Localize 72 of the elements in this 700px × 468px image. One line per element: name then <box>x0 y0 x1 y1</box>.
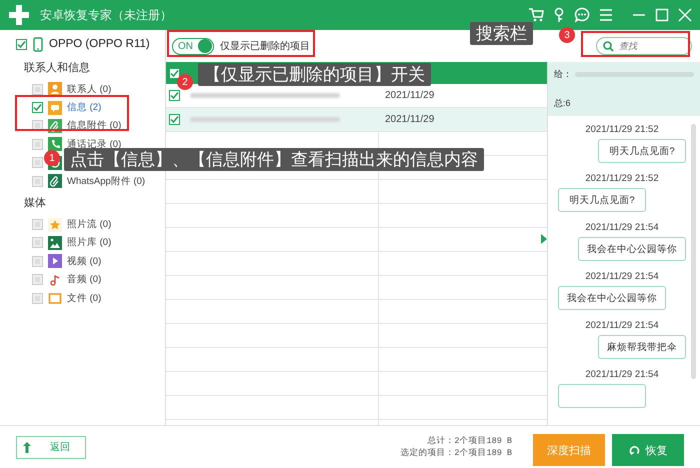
checkbox[interactable] <box>32 157 43 168</box>
table-cell: 2021/11/29 <box>385 114 434 125</box>
callout-tooltip: 搜索栏 <box>470 22 533 45</box>
refresh-icon <box>628 444 640 456</box>
paperclip-icon <box>48 174 62 188</box>
group-title: 联系人和信息 <box>24 61 91 75</box>
category-item[interactable]: 照片流 (0) <box>67 218 112 232</box>
cart-icon[interactable] <box>528 7 544 23</box>
folder-icon <box>48 291 62 306</box>
checkbox[interactable] <box>32 237 43 248</box>
category-item[interactable]: 照片库 (0) <box>67 236 112 250</box>
category-item[interactable]: 信息 (2) <box>67 101 102 114</box>
checkbox[interactable] <box>169 114 180 125</box>
search-field[interactable]: 查找 <box>596 37 692 55</box>
message-time: 2021/11/29 21:52 <box>585 124 659 135</box>
message-bubble: 明天几点见面? <box>598 139 686 163</box>
step-number-tooltip: 3 <box>559 27 575 43</box>
triangle-icon[interactable] <box>541 234 547 244</box>
table-row[interactable]: 2021/11/29 <box>166 108 547 132</box>
window-title: 安卓恢复专家（未注册） <box>40 6 172 24</box>
checkbox[interactable] <box>169 68 180 78</box>
category-item[interactable]: 文件 (0) <box>67 292 102 305</box>
category-item[interactable]: 音频 (0) <box>67 273 102 286</box>
message-bubble: 明天几点见面? <box>558 188 646 212</box>
message-count: 总:6 <box>554 97 572 110</box>
message-time: 2021/11/29 21:54 <box>585 271 659 282</box>
table-cell: 2021/11/29 <box>385 90 434 101</box>
total-summary: 总计：2个项目189 B <box>427 435 512 447</box>
category-item[interactable]: 联系人 (0) <box>67 82 112 96</box>
checkbox[interactable] <box>32 219 43 230</box>
checkbox[interactable] <box>32 176 43 187</box>
phone-icon <box>48 137 62 152</box>
search-icon <box>603 41 614 52</box>
checkbox[interactable] <box>32 292 43 304</box>
scrollbar[interactable] <box>691 124 696 379</box>
callout-tooltip: 【仅显示已删除的项目】开关 <box>198 63 431 86</box>
chat-icon[interactable] <box>574 7 590 23</box>
recipient-label: 给： <box>554 68 572 81</box>
menu-icon[interactable] <box>599 8 613 22</box>
callout-tooltip: 点击【信息】、【信息附件】查看扫描出来的信息内容 <box>64 148 484 171</box>
selected-summary: 选定的项目：2个项目189 B <box>400 447 512 459</box>
cross-logo-icon <box>8 4 30 26</box>
chat-icon <box>48 100 62 115</box>
device-label[interactable]: OPPO (OPPO R11) <box>49 38 150 50</box>
message-time: 2021/11/29 21:52 <box>585 173 659 184</box>
step-number-tooltip: 1 <box>44 150 60 166</box>
close-icon[interactable] <box>678 8 692 22</box>
image-icon <box>48 236 62 250</box>
person-icon <box>48 82 62 96</box>
message-time: 2021/11/29 21:54 <box>585 320 659 331</box>
category-item[interactable]: WhatsApp附件 (0) <box>67 174 146 188</box>
star-icon <box>48 218 62 232</box>
message-time: 2021/11/29 21:54 <box>585 222 659 233</box>
checkbox[interactable] <box>32 256 43 267</box>
key-icon[interactable] <box>553 7 565 23</box>
checkbox[interactable] <box>32 274 43 286</box>
checkbox[interactable] <box>169 90 180 101</box>
group-title: 媒体 <box>24 196 47 210</box>
category-item[interactable]: 视频 (0) <box>67 254 102 268</box>
back-arrow-icon <box>23 442 32 452</box>
message-bubble: 我会在中心公园等你 <box>578 237 686 261</box>
message-bubble: 我会在中心公园等你 <box>558 286 666 310</box>
checkbox[interactable] <box>32 84 43 95</box>
maximize-icon[interactable] <box>655 8 669 22</box>
message-bubble: 麻烦帮我带把伞 <box>598 335 686 359</box>
checkbox[interactable] <box>32 102 43 114</box>
message-time: 2021/11/29 21:54 <box>585 369 659 380</box>
toggle-label: 仅显示已删除的项目 <box>220 40 310 53</box>
checkbox[interactable] <box>32 138 43 150</box>
play-icon <box>48 254 62 268</box>
checkbox[interactable] <box>16 38 27 50</box>
phone-icon <box>33 36 43 52</box>
